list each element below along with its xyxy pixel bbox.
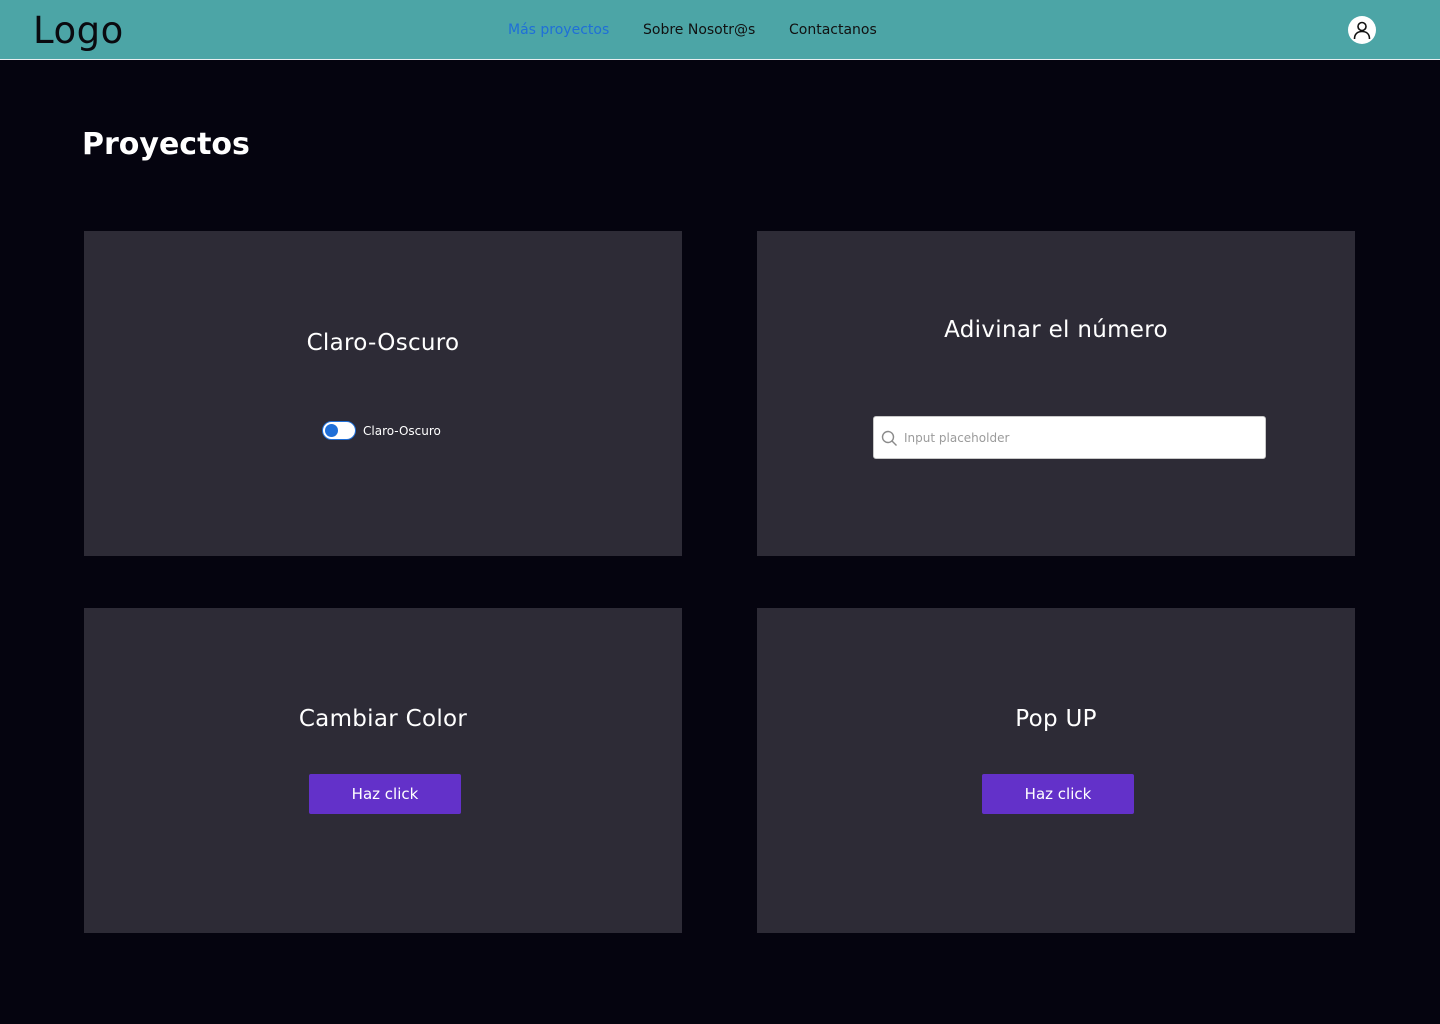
user-avatar-button[interactable] [1348, 16, 1376, 44]
user-icon [1353, 21, 1371, 40]
number-input-box[interactable] [873, 416, 1266, 459]
logo[interactable]: Logo [33, 9, 124, 53]
card-title: Pop UP [1015, 706, 1097, 732]
search-icon [881, 430, 897, 446]
card-cambiar-color: Cambiar Color Haz click [84, 608, 682, 933]
card-adivinar-numero: Adivinar el número [757, 231, 1355, 556]
nav-link-contactanos[interactable]: Contactanos [789, 20, 877, 40]
change-color-button[interactable]: Haz click [309, 774, 461, 814]
number-input[interactable] [904, 417, 1259, 458]
top-navbar: Logo Más proyectos Sobre Nosotr@s Contac… [0, 0, 1440, 60]
card-claro-oscuro: Claro-Oscuro Claro-Oscuro [84, 231, 682, 556]
popup-button[interactable]: Haz click [982, 774, 1134, 814]
page-title: Proyectos [82, 127, 250, 162]
dark-mode-toggle-row[interactable]: Claro-Oscuro [322, 421, 441, 440]
dark-mode-toggle[interactable] [322, 421, 356, 440]
card-title: Cambiar Color [298, 706, 468, 732]
card-title: Claro-Oscuro [306, 330, 460, 356]
nav-link-mas-proyectos[interactable]: Más proyectos [508, 20, 609, 40]
card-popup: Pop UP Haz click [757, 608, 1355, 933]
toggle-knob [325, 424, 338, 437]
toggle-label: Claro-Oscuro [363, 423, 441, 438]
card-title: Adivinar el número [944, 317, 1168, 343]
nav-link-sobre-nosotros[interactable]: Sobre Nosotr@s [643, 20, 755, 40]
